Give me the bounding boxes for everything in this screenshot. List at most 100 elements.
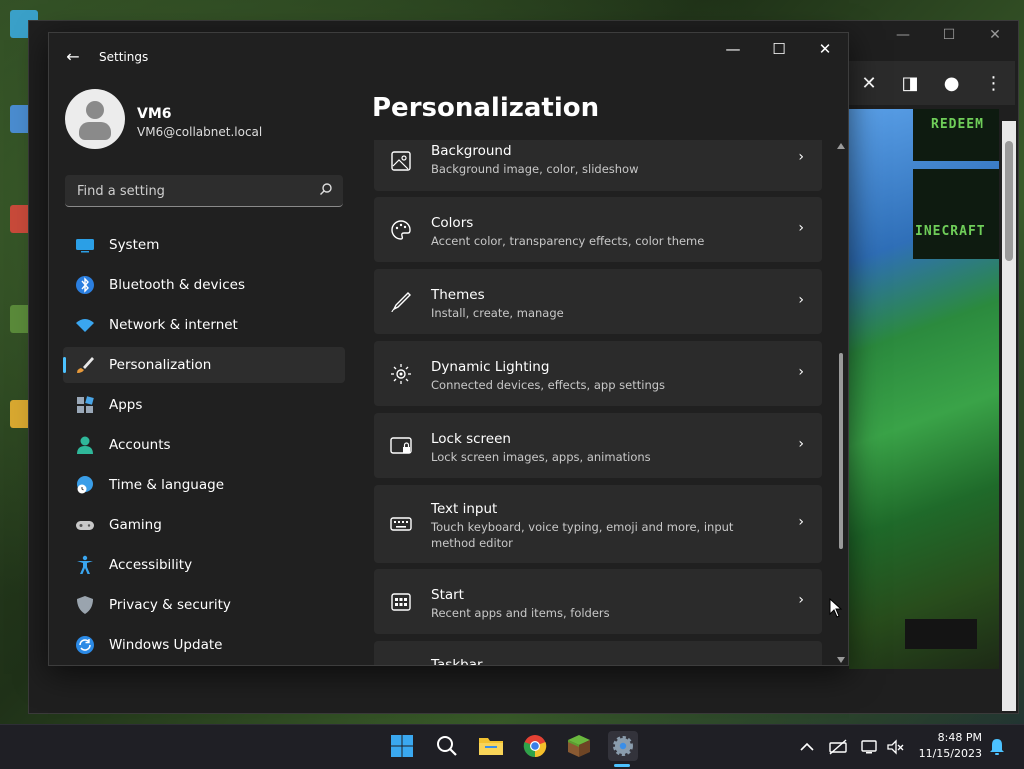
- settings-window: ← Settings — ☐ ✕ VM6 VM6@collabnet.local…: [48, 32, 849, 666]
- card-title: Dynamic Lighting: [431, 359, 550, 375]
- close-icon[interactable]: ✕: [972, 21, 1018, 49]
- bluetooth-icon: [76, 276, 94, 294]
- chevron-right-icon: ›: [798, 436, 804, 452]
- sidebar-item-label: Network & internet: [109, 317, 238, 333]
- sidebar-item-label: Bluetooth & devices: [109, 277, 246, 293]
- chevron-up-icon[interactable]: [797, 737, 817, 757]
- card-start[interactable]: Start Recent apps and items, folders ›: [374, 569, 822, 634]
- image-icon: [391, 151, 411, 171]
- avatar: [65, 89, 125, 149]
- sidebar-item-label: Personalization: [109, 357, 212, 373]
- search-input[interactable]: [75, 181, 309, 201]
- card-subtitle: Recent apps and items, folders: [431, 606, 610, 620]
- sidebar-item-personalization[interactable]: Personalization: [63, 347, 345, 383]
- card-text-input[interactable]: Text input Touch keyboard, voice typing,…: [374, 485, 822, 563]
- sidebar-item-gaming[interactable]: Gaming: [63, 507, 345, 543]
- sidebar-item-apps[interactable]: Apps: [63, 387, 345, 423]
- chrome-button[interactable]: [520, 731, 550, 761]
- minecraft-grass-block-icon: [568, 735, 590, 757]
- chevron-right-icon: ›: [798, 292, 804, 308]
- sidebar-item-network[interactable]: Network & internet: [63, 307, 345, 343]
- wifi-icon: [76, 319, 94, 332]
- personalization-list: Background Background image, color, slid…: [374, 140, 824, 665]
- system-icon: [76, 239, 94, 253]
- card-subtitle: Lock screen images, apps, animations: [431, 450, 651, 464]
- card-title: Text input: [431, 501, 498, 517]
- card-title: Lock screen: [431, 431, 511, 447]
- card-lock-screen[interactable]: Lock screen Lock screen images, apps, an…: [374, 413, 822, 478]
- panel-button-area[interactable]: [905, 619, 977, 649]
- page-title: Personalization: [372, 93, 600, 123]
- chevron-right-icon: ›: [798, 514, 804, 530]
- maximize-button[interactable]: ☐: [756, 33, 802, 65]
- sidebar-item-windows-update[interactable]: Windows Update: [63, 627, 345, 663]
- card-taskbar[interactable]: Taskbar: [374, 641, 822, 665]
- card-colors[interactable]: Colors Accent color, transparency effect…: [374, 197, 822, 262]
- file-explorer-button[interactable]: [476, 731, 506, 761]
- card-title: Taskbar: [431, 657, 483, 665]
- minecraft-side-panel: REDEEM INECRAFT: [849, 109, 999, 669]
- card-themes[interactable]: Themes Install, create, manage ›: [374, 269, 822, 334]
- sidebar-item-time-language[interactable]: Time & language: [63, 467, 345, 503]
- scrollbar-thumb[interactable]: [839, 353, 843, 549]
- close-button[interactable]: ✕: [802, 33, 848, 65]
- sidebar-item-privacy[interactable]: Privacy & security: [63, 587, 345, 623]
- settings-taskbar-button[interactable]: [608, 731, 638, 761]
- sidebar-item-accounts[interactable]: Accounts: [63, 427, 345, 463]
- taskbar: 8:48 PM 11/15/2023: [0, 724, 1024, 769]
- network-icon[interactable]: [828, 737, 848, 757]
- volume-muted-icon[interactable]: [886, 737, 906, 757]
- card-subtitle: Connected devices, effects, app settings: [431, 378, 666, 392]
- chevron-right-icon: ›: [798, 592, 804, 608]
- scroll-up-icon[interactable]: [837, 143, 845, 149]
- palette-icon: [391, 220, 411, 240]
- windows-start-button[interactable]: [387, 731, 417, 761]
- search-icon[interactable]: [319, 182, 333, 196]
- browser-scrollbar-thumb[interactable]: [1005, 141, 1013, 261]
- sidebar-toggle-icon[interactable]: ◨: [902, 73, 919, 94]
- brush-icon: [77, 357, 94, 373]
- minimize-button[interactable]: —: [710, 33, 756, 65]
- minecraft-button[interactable]: [564, 731, 594, 761]
- close-panel-icon[interactable]: ✕: [862, 73, 877, 94]
- sidebar-item-system[interactable]: System: [63, 227, 345, 263]
- more-options-icon[interactable]: ⋮: [984, 73, 1002, 94]
- notification-bell-icon[interactable]: [987, 737, 1007, 757]
- card-dynamic-lighting[interactable]: Dynamic Lighting Connected devices, effe…: [374, 341, 822, 406]
- sidebar-item-bluetooth[interactable]: Bluetooth & devices: [63, 267, 345, 303]
- active-app-indicator: [614, 764, 630, 767]
- content-scrollbar[interactable]: [836, 143, 846, 663]
- sidebar-item-label: Accounts: [109, 437, 171, 453]
- chevron-right-icon: ›: [798, 364, 804, 380]
- scroll-down-icon[interactable]: [837, 657, 845, 663]
- sidebar-item-label: Time & language: [109, 477, 225, 493]
- redeem-link[interactable]: REDEEM: [931, 117, 984, 132]
- start-menu-icon: [391, 593, 411, 611]
- card-background[interactable]: Background Background image, color, slid…: [374, 140, 822, 191]
- taskbar-search-button[interactable]: [432, 731, 462, 761]
- person-icon: [77, 436, 93, 454]
- avatar-body: [79, 122, 111, 140]
- mouse-cursor-icon: [829, 598, 843, 618]
- display-icon[interactable]: [860, 737, 880, 757]
- system-clock[interactable]: 8:48 PM 11/15/2023: [916, 730, 982, 762]
- minimize-icon[interactable]: —: [880, 21, 926, 49]
- minecraft-label: INECRAFT: [915, 224, 986, 239]
- search-icon: [437, 736, 457, 756]
- card-title: Start: [431, 587, 464, 603]
- browser-scrollbar[interactable]: [1002, 121, 1016, 711]
- search-box[interactable]: [65, 175, 343, 207]
- chevron-right-icon: ›: [798, 149, 804, 165]
- maximize-icon[interactable]: ☐: [926, 21, 972, 49]
- clock-date: 11/15/2023: [918, 747, 982, 760]
- windows-logo-icon: [391, 735, 413, 757]
- back-arrow-icon[interactable]: ←: [63, 47, 83, 67]
- sidebar-item-label: Privacy & security: [109, 597, 231, 613]
- title-bar: ← Settings — ☐ ✕: [49, 33, 848, 81]
- profile-icon[interactable]: ●: [944, 73, 960, 94]
- sidebar-item-accessibility[interactable]: Accessibility: [63, 547, 345, 583]
- pen-icon: [391, 292, 411, 313]
- accessibility-icon: [77, 555, 93, 574]
- globe-clock-icon: [77, 476, 93, 494]
- sidebar-item-label: Accessibility: [109, 557, 193, 573]
